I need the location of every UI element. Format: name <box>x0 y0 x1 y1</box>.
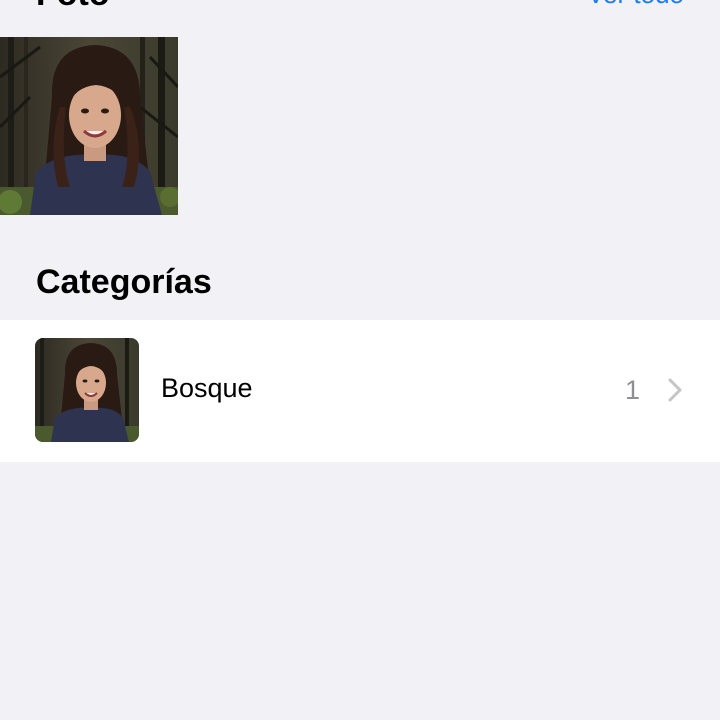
screen: Foto Ver todo <box>0 0 720 720</box>
see-all-link[interactable]: Ver todo <box>587 0 684 16</box>
category-row-bosque[interactable]: Bosque 1 <box>0 320 720 462</box>
photo-thumbnail[interactable] <box>0 37 178 215</box>
category-label: Bosque <box>161 373 253 403</box>
chevron-right-icon <box>664 376 686 404</box>
categories-section-title: Categorías <box>36 263 212 301</box>
portrait-photo <box>35 338 139 442</box>
photos-section-header: Foto Ver todo <box>0 0 720 22</box>
category-thumbnail <box>35 338 139 442</box>
photos-section-title: Foto <box>36 0 110 16</box>
portrait-photo <box>0 37 178 215</box>
category-count: 1 <box>624 375 640 405</box>
